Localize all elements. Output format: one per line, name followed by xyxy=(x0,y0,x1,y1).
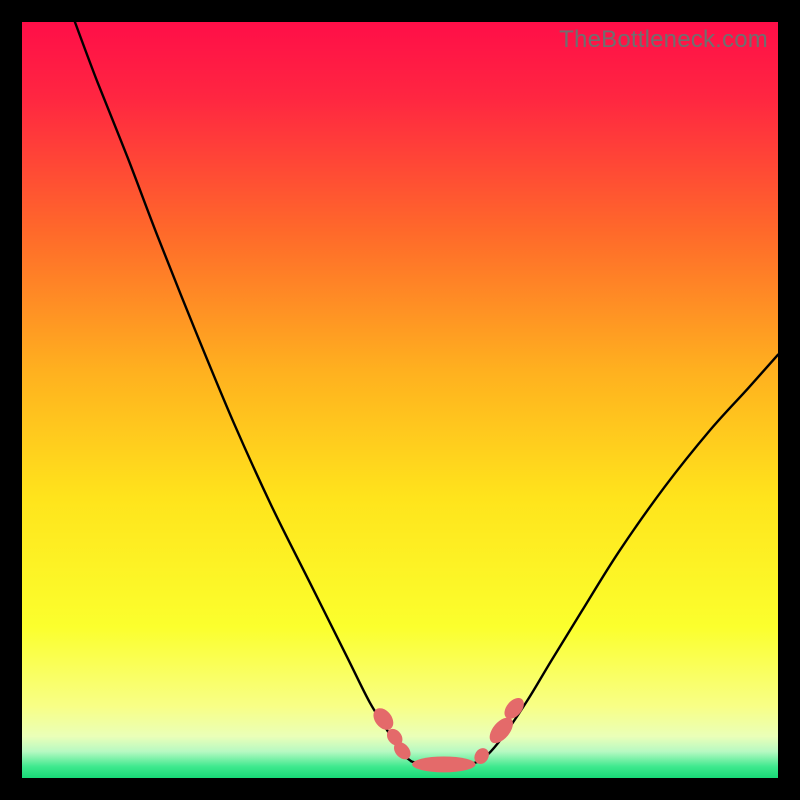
curve-layer xyxy=(22,22,778,778)
marker-bottom-bar xyxy=(412,756,476,772)
curve-left-arm xyxy=(75,22,411,761)
marker-group xyxy=(369,694,527,772)
marker-right-cluster-2 xyxy=(485,713,517,747)
outer-frame: TheBottleneck.com xyxy=(0,0,800,800)
plot-area: TheBottleneck.com xyxy=(22,22,778,778)
curve-right-arm xyxy=(479,355,778,762)
